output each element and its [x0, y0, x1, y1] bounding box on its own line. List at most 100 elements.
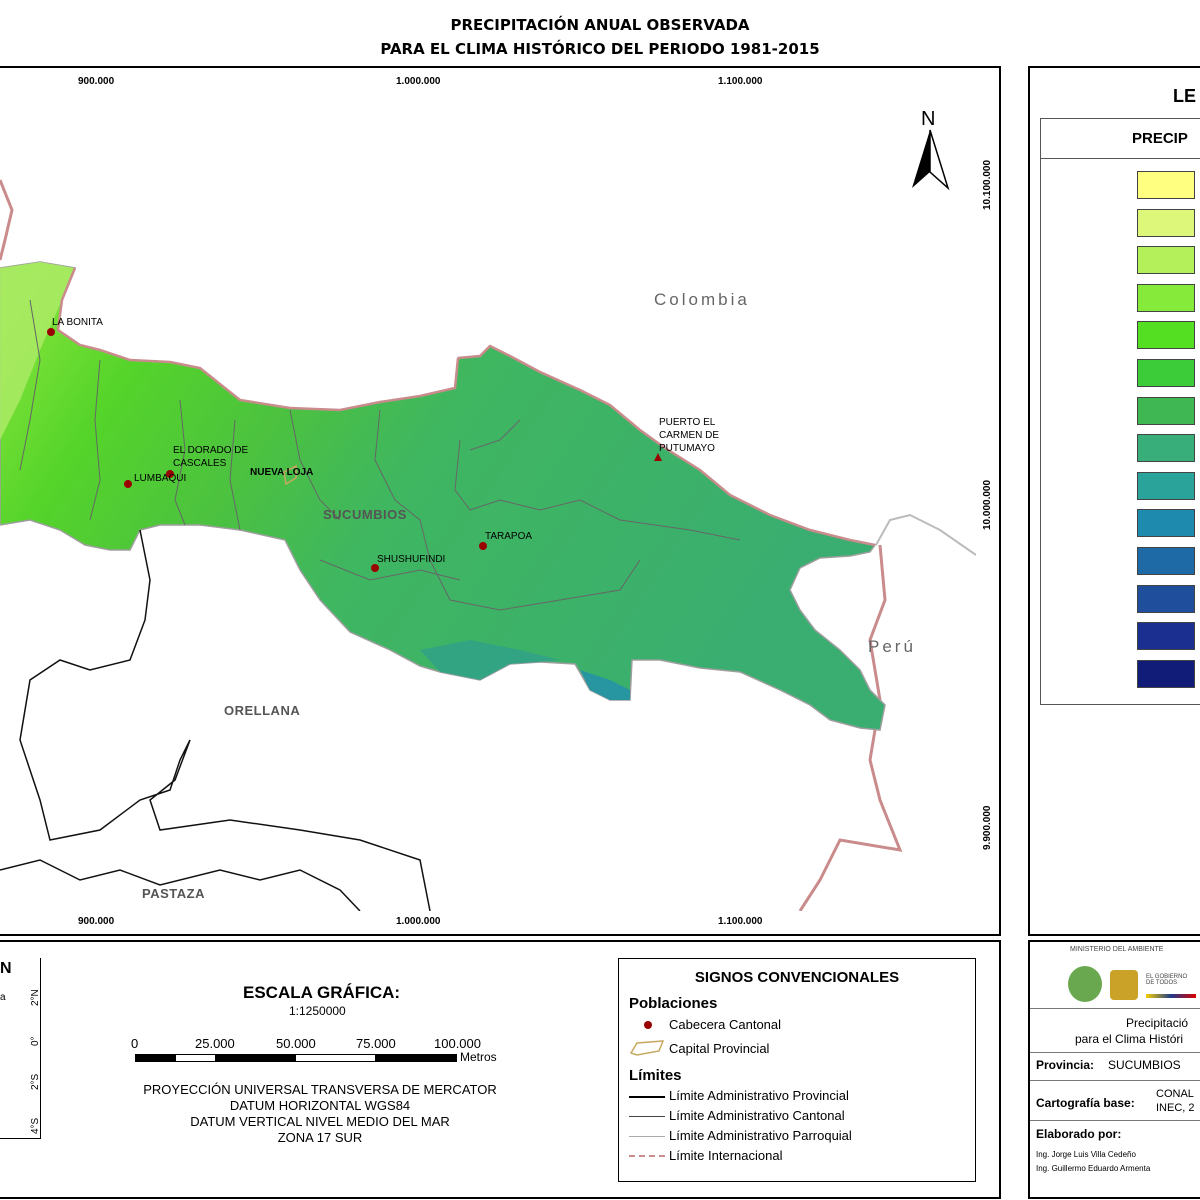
projection-line3: DATUM VERTICAL NIVEL MEDIO DEL MAR [190, 1114, 450, 1129]
cabecera-marker-icon [644, 1021, 652, 1029]
country-colombia-label: Colombia [654, 290, 750, 309]
x-tick-bottom-1000: 1.000.000 [396, 916, 441, 927]
gov-label: EL GOBIERNO DE TODOS [1146, 974, 1188, 986]
inset-label: a [0, 992, 6, 1003]
ecuador-coat-of-arms-icon [1110, 970, 1138, 1000]
legend-swatch [1137, 471, 1195, 500]
scale-ratio: 1:1250000 [289, 1004, 346, 1018]
provincia-label: Provincia: [1036, 1058, 1095, 1072]
x-tick-bottom-900: 900.000 [78, 916, 115, 927]
inset-north: N [0, 960, 12, 977]
signs-title: SIGNOS CONVENCIONALES [694, 969, 900, 986]
projection-info: PROYECCIÓN UNIVERSAL TRANSVERSA DE MERCA… [100, 1082, 540, 1146]
inset-lat-2s: 2°S [30, 1073, 41, 1090]
map-title-line2: PARA EL CLIMA HISTÓRICO DEL PERIODO 1981… [380, 40, 820, 58]
projection-line4: ZONA 17 SUR [277, 1130, 363, 1145]
place-tarapoa: TARAPOA [485, 531, 533, 542]
legend-swatch [1137, 622, 1195, 651]
place-nueva-loja: NUEVA LOJA [250, 467, 314, 478]
y-tick-9900000: 9.900.000 [982, 805, 993, 851]
ministry-tree-logo-icon [1068, 966, 1102, 1002]
scale-bar [135, 1054, 457, 1062]
legend-swatch [1137, 283, 1195, 312]
legend-divider [1040, 158, 1200, 159]
legend-swatch [1137, 396, 1195, 425]
x-tick-top-1100: 1.100.000 [718, 76, 763, 87]
line-cantonal-icon [629, 1116, 665, 1117]
legend-title: LE [1173, 86, 1197, 106]
carto-label: Cartografía base: [1036, 1096, 1135, 1110]
capital-legend-icon [629, 1040, 665, 1056]
legend-swatch [1137, 584, 1195, 613]
scale-unit: Metros [460, 1050, 497, 1064]
inset-map [0, 958, 41, 1139]
y-tick-10100000: 10.100.000 [982, 159, 993, 210]
credits-divider-2 [1030, 1052, 1200, 1053]
legend-swatch [1137, 246, 1195, 275]
map-canvas [0, 93, 976, 911]
signs-box: SIGNOS CONVENCIONALES Poblaciones Cabece… [618, 958, 976, 1182]
credits-divider-1 [1030, 1008, 1200, 1009]
scale-label-50000: 50.000 [276, 1036, 316, 1051]
legend-swatch [1137, 208, 1195, 237]
region-pastaza-label: PASTAZA [142, 886, 205, 901]
legend-swatch [1137, 321, 1195, 350]
author-1: Ing. Jorge Luis Villa Cedeño [1036, 1150, 1136, 1159]
signs-internacional: Límite Internacional [669, 1148, 783, 1163]
signs-poblaciones: Poblaciones [629, 995, 718, 1012]
legend-swatch [1137, 509, 1195, 538]
x-tick-bottom-1100: 1.100.000 [718, 916, 763, 927]
place-el-dorado-line1: EL DORADO DE [173, 445, 249, 456]
region-orellana-label: ORELLANA [224, 703, 301, 718]
elaborado-label: Elaborado por: [1036, 1127, 1122, 1141]
carto-value-1: CONAL [1156, 1088, 1194, 1100]
line-provincial-icon [629, 1096, 665, 1098]
signs-cantonal: Límite Administrativo Cantonal [669, 1108, 845, 1123]
scale-label-0: 0 [131, 1036, 139, 1051]
north-label: N [921, 108, 936, 130]
place-shushufindi: SHUSHUFINDI [377, 554, 446, 565]
signs-limites: Límites [629, 1067, 682, 1084]
scale-label-100000: 100.000 [434, 1036, 481, 1051]
x-tick-top-900: 900.000 [78, 76, 115, 87]
line-internacional-icon [629, 1155, 665, 1159]
signs-capital: Capital Provincial [669, 1041, 770, 1056]
place-la-bonita: LA BONITA [52, 317, 103, 328]
credits-desc2: para el Clima Históri [1075, 1032, 1184, 1046]
inset-lat-4s: 4°S [30, 1117, 41, 1134]
legend-swatch [1137, 434, 1195, 463]
place-puerto-line2: CARMEN DE [659, 430, 720, 441]
signs-provincial: Límite Administrativo Provincial [669, 1088, 849, 1103]
scale-label-75000: 75.000 [356, 1036, 396, 1051]
place-puerto-line3: PUTUMAYO [659, 443, 715, 454]
y-tick-10000000: 10.000.000 [982, 479, 993, 530]
author-2: Ing. Guillermo Eduardo Armenta [1036, 1164, 1151, 1173]
legend-swatch [1137, 359, 1195, 387]
scale-label-25000: 25.000 [195, 1036, 235, 1051]
credits-divider-3 [1030, 1080, 1200, 1081]
credits-divider-4 [1030, 1120, 1200, 1121]
legend-subtitle: PRECIP [1132, 130, 1188, 147]
place-puerto-line1: PUERTO EL [659, 417, 716, 428]
signs-cabecera: Cabecera Cantonal [669, 1017, 782, 1032]
carto-value-2: INEC, 2 [1156, 1102, 1195, 1114]
legend-swatch [1137, 171, 1195, 199]
signs-parroquial: Límite Administrativo Parroquial [669, 1128, 852, 1143]
provincia-value: SUCUMBIOS [1108, 1058, 1181, 1072]
place-el-dorado-line2: CASCALES [173, 458, 227, 469]
legend-swatches [1137, 171, 1200, 701]
legend-swatch [1137, 547, 1195, 575]
inset-lat-0: 0° [30, 1036, 41, 1046]
ministry-label: MINISTERIO DEL AMBIENTE [1070, 946, 1164, 953]
place-lumbaqui: LUMBAQUI [134, 473, 187, 484]
projection-line2: DATUM HORIZONTAL WGS84 [229, 1098, 411, 1113]
projection-line1: PROYECCIÓN UNIVERSAL TRANSVERSA DE MERCA… [143, 1082, 497, 1097]
line-parroquial-icon [629, 1136, 665, 1137]
inset-lat-2n: 2°N [30, 989, 41, 1006]
country-peru-label: Perú [868, 637, 916, 656]
legend-swatch [1137, 659, 1195, 688]
credits-desc1: Precipitació [1126, 1016, 1189, 1030]
gov-stripe [1146, 994, 1196, 998]
map-title-line1: PRECIPITACIÓN ANUAL OBSERVADA [450, 16, 750, 34]
scale-title: ESCALA GRÁFICA: [243, 983, 401, 1002]
